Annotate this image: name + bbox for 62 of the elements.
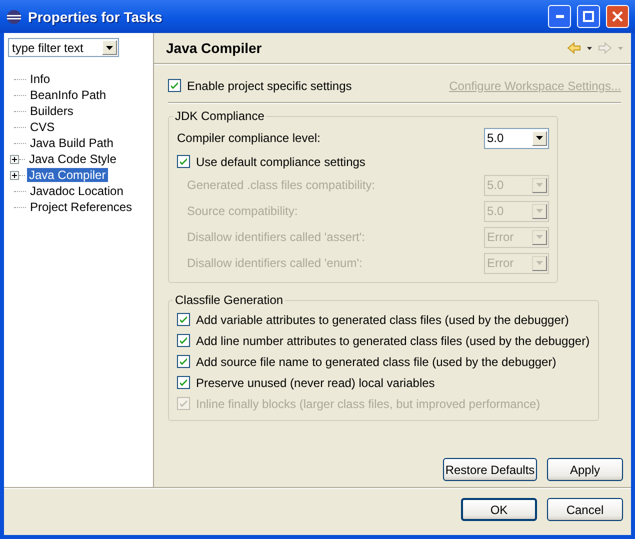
expand-icon[interactable] xyxy=(10,154,19,164)
checkbox-label: Add line number attributes to generated class files (used by the debugger) xyxy=(196,334,590,348)
tree-item[interactable]: Info xyxy=(28,72,52,86)
dialog-button[interactable]: OK xyxy=(461,498,537,521)
enable-checkbox[interactable] xyxy=(168,79,181,92)
page-button[interactable]: Restore Defaults xyxy=(443,458,537,481)
dropdown-arrow-icon xyxy=(536,136,543,140)
checkbox-label: Use default compliance settings xyxy=(196,154,366,168)
checkbox-label: Preserve unused (never read) local variables xyxy=(196,376,435,390)
close-icon xyxy=(612,11,623,22)
filter-combo[interactable]: type filter text xyxy=(8,38,119,57)
window-title: Properties for Tasks xyxy=(28,8,164,24)
checkmark-icon xyxy=(170,81,179,90)
option-checkbox[interactable] xyxy=(177,355,190,368)
eclipse-logo-icon xyxy=(6,8,22,24)
tree-item[interactable]: Java Compiler xyxy=(27,168,108,182)
page-button[interactable]: Apply xyxy=(547,458,623,481)
field-label: Compiler compliance level: xyxy=(177,131,320,145)
dropdown-arrow-icon xyxy=(106,46,113,50)
dropdown-arrow-icon xyxy=(536,235,543,239)
checkmark-icon xyxy=(179,357,188,366)
tree-item[interactable]: Java Build Path xyxy=(28,136,116,150)
tree-item[interactable]: Javadoc Location xyxy=(28,184,126,198)
checkmark-icon xyxy=(179,336,188,345)
tree-item[interactable]: Builders xyxy=(28,104,76,118)
tree-item[interactable]: CVS xyxy=(28,120,57,134)
maximize-icon xyxy=(583,11,594,22)
checkmark-icon xyxy=(179,378,188,387)
option-checkbox[interactable] xyxy=(177,313,190,326)
dropdown-arrow-icon[interactable] xyxy=(587,46,592,50)
plus-icon xyxy=(12,172,17,178)
tree-item[interactable]: BeanInfo Path xyxy=(28,88,108,102)
use-default-checkbox[interactable] xyxy=(177,155,190,168)
field-label: Disallow identifiers called 'enum': xyxy=(187,256,362,270)
dropdown-arrow-icon xyxy=(536,209,543,213)
maximize-button[interactable] xyxy=(577,5,600,28)
checkbox-label: Add variable attributes to generated class files (used by the debugger) xyxy=(196,312,569,326)
expand-icon[interactable] xyxy=(10,170,19,180)
checkmark-icon xyxy=(179,157,188,166)
page-title: Java Compiler xyxy=(166,40,263,56)
checkbox-label: Add source file name to generated class file (used by the debugger) xyxy=(196,354,556,368)
field-label: Generated .class files compatibility: xyxy=(187,178,376,192)
checkmark-icon xyxy=(179,399,188,408)
compliance-select[interactable]: 5.0 xyxy=(484,128,549,148)
dropdown-arrow-icon xyxy=(536,261,543,265)
checkbox-label: Inline finally blocks (larger class files, but improved performance) xyxy=(196,396,540,410)
option-checkbox[interactable] xyxy=(177,376,190,389)
group-title: JDK Compliance xyxy=(174,109,266,123)
close-button[interactable] xyxy=(606,5,629,28)
plus-icon xyxy=(12,156,17,162)
field-label: Source compatibility: xyxy=(187,204,298,218)
dropdown-arrow-icon xyxy=(536,183,543,187)
tree-item[interactable]: Java Code Style xyxy=(27,152,118,166)
minimize-button[interactable] xyxy=(548,5,571,28)
option-checkbox[interactable] xyxy=(177,334,190,347)
minimize-icon xyxy=(556,15,564,18)
field-label: Disallow identifiers called 'assert': xyxy=(187,230,365,244)
tree-item[interactable]: Project References xyxy=(28,200,134,214)
checkmark-icon xyxy=(179,315,188,324)
dialog-button[interactable]: Cancel xyxy=(547,498,623,521)
checkbox-label: Enable project specific settings xyxy=(187,78,352,92)
group-title: Classfile Generation xyxy=(174,293,284,307)
